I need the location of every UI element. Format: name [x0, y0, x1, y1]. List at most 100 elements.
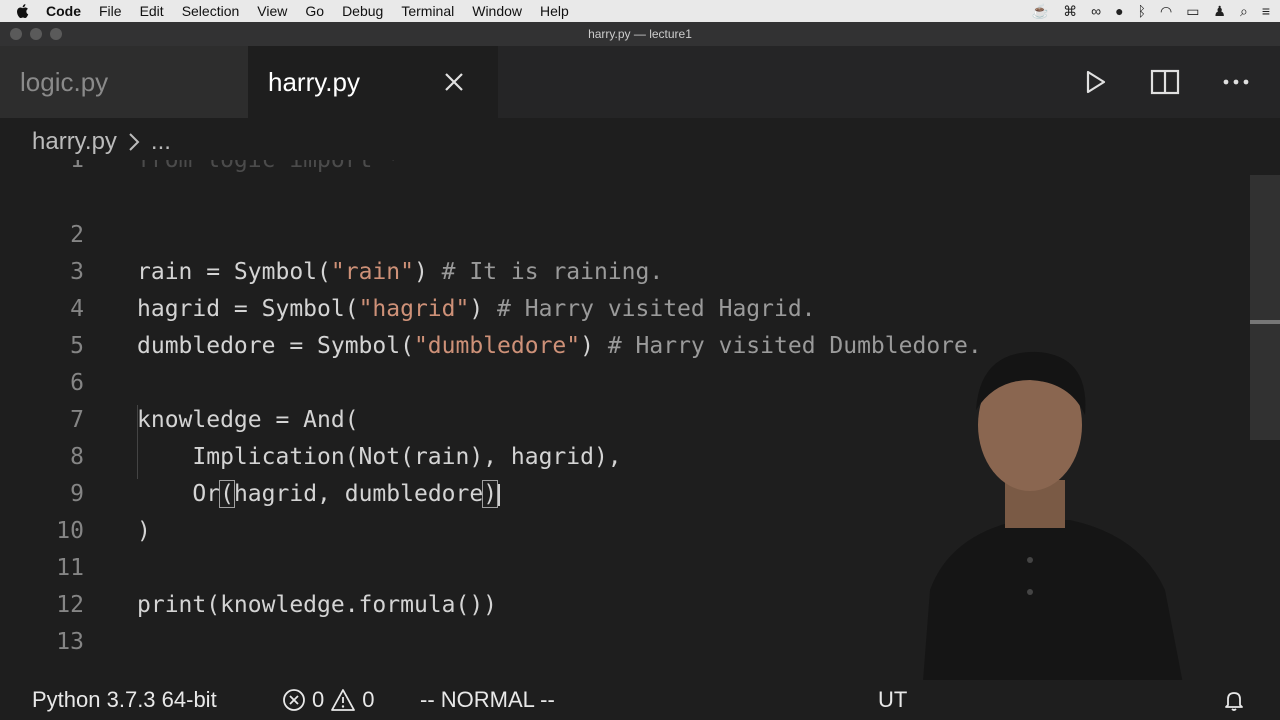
tab-label: logic.py — [20, 66, 109, 97]
comment-token: # Harry visited Hagrid. — [497, 296, 816, 322]
menu-debug[interactable]: Debug — [342, 3, 383, 19]
code-token: dumbledore = Symbol( — [137, 333, 414, 359]
code-token: ) — [580, 333, 608, 359]
menu-terminal[interactable]: Terminal — [401, 3, 454, 19]
line-number: 3 — [70, 259, 84, 285]
code-token: print(knowledge.formula()) — [137, 592, 498, 618]
code-token: hagrid = Symbol( — [137, 296, 359, 322]
warning-count: 0 — [362, 687, 375, 712]
battery-icon[interactable]: ▭ — [1186, 3, 1199, 20]
string-token: "hagrid" — [358, 296, 470, 322]
editor-tab-bar: logic.py harry.py — [0, 46, 1280, 118]
line-number: 6 — [70, 370, 84, 396]
window-title-bar: harry.py — lecture1 — [0, 22, 1280, 46]
problems-indicator[interactable]: 0 0 — [282, 687, 375, 713]
wifi-icon[interactable]: ◠ — [1160, 3, 1172, 20]
command-icon[interactable]: ⌘ — [1063, 3, 1077, 20]
line-number: 2 — [70, 222, 84, 248]
code-text: knowledge = And( — [137, 402, 359, 439]
text-cursor — [498, 484, 500, 506]
coffee-cup-icon[interactable]: ☕ — [1032, 3, 1049, 20]
tab-label: harry.py — [268, 66, 360, 97]
code-token: hagrid, dumbledore — [233, 481, 484, 507]
error-count: 0 — [312, 687, 325, 712]
code-token: knowledge = And( — [137, 407, 359, 433]
line-number: 13 — [56, 629, 84, 655]
menu-go[interactable]: Go — [305, 3, 324, 19]
code-line[interactable]: 1 from logic import * — [0, 160, 1250, 179]
code-token: from logic import * — [137, 160, 401, 173]
code-token: Or — [137, 481, 221, 507]
line-number: 4 — [70, 296, 84, 322]
breadcrumb-file[interactable]: harry.py — [32, 128, 117, 156]
code-line[interactable]: 4 hagrid = Symbol("hagrid") # Harry visit… — [0, 291, 1250, 328]
code-text: dumbledore = Symbol("dumbledore") # Harr… — [137, 328, 982, 365]
menu-app-name[interactable]: Code — [46, 3, 81, 19]
user-icon[interactable]: ♟ — [1213, 3, 1226, 20]
zoom-window-button[interactable] — [50, 28, 62, 40]
matched-bracket: ) — [482, 480, 499, 508]
python-interpreter[interactable]: Python 3.7.3 64-bit — [32, 687, 217, 713]
window-controls — [10, 28, 62, 40]
code-text: print(knowledge.formula()) — [137, 587, 497, 624]
code-line[interactable]: 2 — [0, 217, 1250, 254]
code-text: ) — [137, 513, 151, 550]
breadcrumb: harry.py ... — [32, 124, 171, 160]
line-number: 10 — [56, 518, 84, 544]
window-title: harry.py — lecture1 — [588, 27, 692, 41]
split-editor-icon[interactable] — [1150, 69, 1180, 95]
menu-file[interactable]: File — [99, 3, 122, 19]
menu-view[interactable]: View — [257, 3, 287, 19]
menu-window[interactable]: Window — [472, 3, 522, 19]
bluetooth-icon[interactable]: ᛒ — [1138, 3, 1146, 19]
status-bar: Python 3.7.3 64-bit 0 0 -- NORMAL -- UT — [0, 680, 1280, 720]
code-token: rain = Symbol( — [137, 259, 331, 285]
menu-help[interactable]: Help — [540, 3, 569, 19]
comment-token: # It is raining. — [441, 259, 664, 285]
list-icon[interactable]: ≡ — [1262, 3, 1270, 19]
warning-icon — [331, 689, 356, 711]
scrollbar-position-marker — [1250, 320, 1280, 324]
code-text: hagrid = Symbol("hagrid") # Harry visite… — [137, 291, 816, 328]
line-number: 8 — [70, 444, 84, 470]
search-icon[interactable]: ⌕ — [1240, 3, 1248, 20]
string-token: "rain" — [330, 259, 414, 285]
notifications-bell-icon[interactable] — [1222, 688, 1246, 712]
line-number: 12 — [56, 592, 84, 618]
code-token: ) — [413, 259, 442, 285]
code-text: from logic import * — [137, 160, 400, 179]
menu-edit[interactable]: Edit — [140, 3, 164, 19]
code-text: rain = Symbol("rain") # It is raining. — [137, 254, 663, 291]
tab-logic-py[interactable]: logic.py — [0, 46, 248, 118]
line-number: 5 — [70, 333, 84, 359]
tab-harry-py[interactable]: harry.py — [248, 46, 498, 118]
presenter-video-overlay — [920, 351, 1190, 720]
minimize-window-button[interactable] — [30, 28, 42, 40]
line-number: 1 — [70, 160, 84, 173]
encoding-indicator[interactable]: UT — [878, 687, 907, 713]
macos-menu-bar: Code File Edit Selection View Go Debug T… — [0, 0, 1280, 22]
string-token: "dumbledore" — [413, 333, 581, 359]
close-window-button[interactable] — [10, 28, 22, 40]
editor-actions — [1084, 46, 1250, 118]
editor-scrollbar-thumb[interactable] — [1250, 175, 1280, 440]
run-play-icon[interactable] — [1084, 69, 1108, 95]
line-number: 7 — [70, 407, 84, 433]
glasses-icon[interactable]: ∞ — [1091, 3, 1101, 19]
code-token: Implication(Not(rain), hagrid), — [137, 444, 622, 470]
more-actions-icon[interactable] — [1222, 78, 1250, 86]
circle-play-icon[interactable]: ● — [1115, 3, 1123, 19]
line-number: 9 — [70, 481, 84, 507]
code-token: ) — [469, 296, 498, 322]
line-number: 11 — [56, 555, 84, 581]
code-line[interactable]: 3 rain = Symbol("rain") # It is raining. — [0, 254, 1250, 291]
vim-mode-indicator: -- NORMAL -- — [420, 687, 555, 712]
close-tab-icon[interactable] — [440, 68, 468, 96]
breadcrumb-symbols[interactable]: ... — [151, 128, 171, 156]
code-text: Implication(Not(rain), hagrid), — [137, 439, 622, 476]
menu-bar-status-icons: ☕ ⌘ ∞ ● ᛒ ◠ ▭ ♟ ⌕ ≡ — [1032, 0, 1270, 22]
code-text: Or(hagrid, dumbledore) — [137, 476, 499, 513]
error-icon — [283, 689, 305, 711]
menu-selection[interactable]: Selection — [182, 3, 240, 19]
apple-logo-icon[interactable] — [14, 2, 32, 20]
